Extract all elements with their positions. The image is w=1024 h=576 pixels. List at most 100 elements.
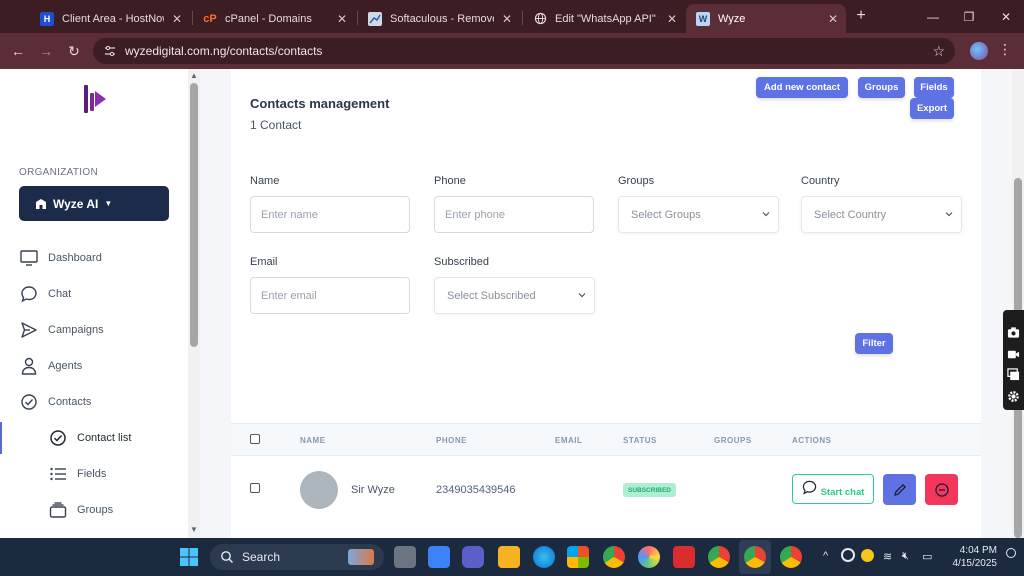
- new-tab-button[interactable]: +: [852, 7, 870, 25]
- wyze-icon: W: [696, 11, 710, 26]
- close-tab-icon[interactable]: ✕: [337, 12, 347, 26]
- widgets-icon[interactable]: [428, 546, 450, 568]
- taskbar-search[interactable]: Search: [210, 544, 384, 570]
- table-header-row: NAME PHONE EMAIL STATUS GROUPS ACTIONS: [231, 423, 981, 456]
- sidebar-item-agents[interactable]: Agents: [0, 348, 190, 384]
- start-chat-button[interactable]: Start chat: [792, 474, 874, 504]
- forward-button[interactable]: →: [36, 41, 56, 61]
- file-explorer-icon[interactable]: [498, 546, 520, 568]
- sidebar-item-groups[interactable]: Groups: [0, 492, 190, 528]
- profile-avatar[interactable]: [970, 42, 988, 60]
- close-tab-icon[interactable]: ✕: [172, 12, 182, 26]
- camera-icon[interactable]: [1007, 326, 1020, 339]
- browser-tab-cpanel[interactable]: cP cPanel - Domains ✕: [193, 4, 355, 33]
- groups-filter-select[interactable]: Select Groups: [618, 196, 779, 233]
- clock-time: 4:04 PM: [959, 545, 997, 556]
- country-select-value: Select Country: [814, 208, 887, 221]
- browser-tab-wyze[interactable]: W Wyze ✕: [686, 4, 846, 33]
- address-bar[interactable]: wyzedigital.com.ng/contacts/contacts ☆: [93, 38, 955, 64]
- notification-icon[interactable]: [1006, 548, 1016, 558]
- sync-icon[interactable]: [841, 548, 855, 562]
- select-all-checkbox[interactable]: [250, 434, 260, 444]
- restore-button[interactable]: ❐: [951, 0, 987, 33]
- close-tab-icon[interactable]: ✕: [667, 12, 677, 26]
- column-header-phone[interactable]: PHONE: [436, 436, 467, 445]
- back-button[interactable]: ←: [8, 41, 28, 61]
- minimize-button[interactable]: —: [915, 0, 951, 33]
- speaker-muted-icon[interactable]: 🔇︎: [902, 550, 909, 563]
- edit-contact-button[interactable]: [883, 474, 916, 505]
- contacts-card: Contacts management 1 Contact Add new co…: [231, 69, 981, 538]
- scroll-up-arrow-icon[interactable]: ▲: [190, 71, 198, 80]
- organization-dropdown[interactable]: Wyze AI ▼: [19, 186, 169, 221]
- taskbar-clock[interactable]: 4:04 PM 4/15/2025: [945, 544, 998, 570]
- email-filter-input[interactable]: Enter email: [250, 277, 410, 314]
- sidebar-item-campaigns[interactable]: Campaigns: [0, 312, 190, 348]
- scroll-down-arrow-icon[interactable]: ▼: [190, 525, 198, 534]
- phone-filter-input[interactable]: Enter phone: [434, 196, 594, 233]
- browser-menu-icon[interactable]: ⋮: [998, 41, 1012, 58]
- cpanel-icon: cP: [203, 12, 217, 25]
- app-tray-icon[interactable]: [861, 549, 874, 562]
- chrome-icon[interactable]: [603, 546, 625, 568]
- photos-icon[interactable]: [638, 546, 660, 568]
- add-new-contact-button[interactable]: Add new contact: [756, 77, 848, 98]
- chrome-profile-icon[interactable]: [780, 546, 802, 568]
- teams-icon[interactable]: [462, 546, 484, 568]
- chrome-profile-icon[interactable]: [708, 546, 730, 568]
- tab-title: Client Area - HostNowNow: [62, 12, 164, 25]
- reload-button[interactable]: ↻: [64, 41, 84, 61]
- export-button[interactable]: Export: [910, 98, 954, 119]
- groups-button[interactable]: Groups: [858, 77, 905, 98]
- caret-down-icon: ▼: [104, 199, 113, 208]
- battery-icon[interactable]: ▭: [922, 550, 932, 563]
- row-checkbox[interactable]: [250, 483, 260, 493]
- video-camera-icon[interactable]: [1007, 348, 1020, 361]
- browser-tab-whatsapp-api[interactable]: Edit "WhatsApp API" with ✕: [523, 4, 685, 33]
- column-header-email[interactable]: EMAIL: [555, 436, 582, 445]
- filter-button[interactable]: Filter: [855, 333, 893, 354]
- close-tab-icon[interactable]: ✕: [828, 12, 838, 26]
- site-settings-icon[interactable]: [103, 44, 117, 58]
- wps-office-icon[interactable]: [673, 546, 695, 568]
- delete-contact-button[interactable]: [925, 474, 958, 505]
- browser-tab-softaculous[interactable]: Softaculous - Remove ✕: [358, 4, 520, 33]
- wifi-icon[interactable]: ≋: [883, 550, 892, 563]
- browser-tab-hostnownow[interactable]: H Client Area - HostNowNow ✕: [30, 4, 190, 33]
- sidebar-scrollbar-thumb[interactable]: [190, 83, 198, 347]
- windows-stack-icon[interactable]: [1007, 368, 1020, 381]
- windows-start-icon[interactable]: [180, 548, 198, 566]
- name-filter-input[interactable]: Enter name: [250, 196, 410, 233]
- bookmark-star-icon[interactable]: ☆: [932, 43, 945, 60]
- pencil-icon: [893, 483, 906, 496]
- sidebar-item-chat[interactable]: Chat: [0, 276, 190, 312]
- taskbar-search-label: Search: [242, 550, 281, 564]
- edge-icon[interactable]: [533, 546, 555, 568]
- wyze-logo[interactable]: [84, 83, 108, 115]
- sidebar-item-label: Chat: [48, 288, 72, 300]
- column-header-status[interactable]: STATUS: [623, 436, 657, 445]
- column-header-groups[interactable]: GROUPS: [714, 436, 752, 445]
- stack-icon: [48, 500, 68, 520]
- sidebar-item-contact-list[interactable]: Contact list: [0, 420, 190, 456]
- sidebar-item-label: Groups: [77, 504, 114, 516]
- chrome-active-icon[interactable]: [744, 546, 766, 568]
- task-view-icon[interactable]: [394, 546, 416, 568]
- close-window-button[interactable]: ✕: [988, 0, 1024, 33]
- phone-filter-label: Phone: [434, 175, 466, 187]
- sidebar-item-contacts[interactable]: Contacts: [0, 384, 190, 420]
- store-icon[interactable]: [567, 546, 589, 568]
- contact-name[interactable]: Sir Wyze: [351, 484, 395, 496]
- globe-icon: [533, 12, 547, 26]
- country-filter-select[interactable]: Select Country: [801, 196, 962, 233]
- user-icon: [19, 356, 39, 376]
- column-header-name[interactable]: NAME: [300, 436, 326, 445]
- sidebar-item-fields[interactable]: Fields: [0, 456, 190, 492]
- column-header-actions: ACTIONS: [792, 436, 832, 445]
- chevron-up-icon[interactable]: ^: [823, 550, 828, 562]
- gear-icon[interactable]: [1007, 390, 1020, 403]
- fields-button[interactable]: Fields: [914, 77, 954, 98]
- sidebar-item-dashboard[interactable]: Dashboard: [0, 240, 190, 276]
- close-tab-icon[interactable]: ✕: [502, 12, 512, 26]
- subscribed-filter-select[interactable]: Select Subscribed: [434, 277, 595, 314]
